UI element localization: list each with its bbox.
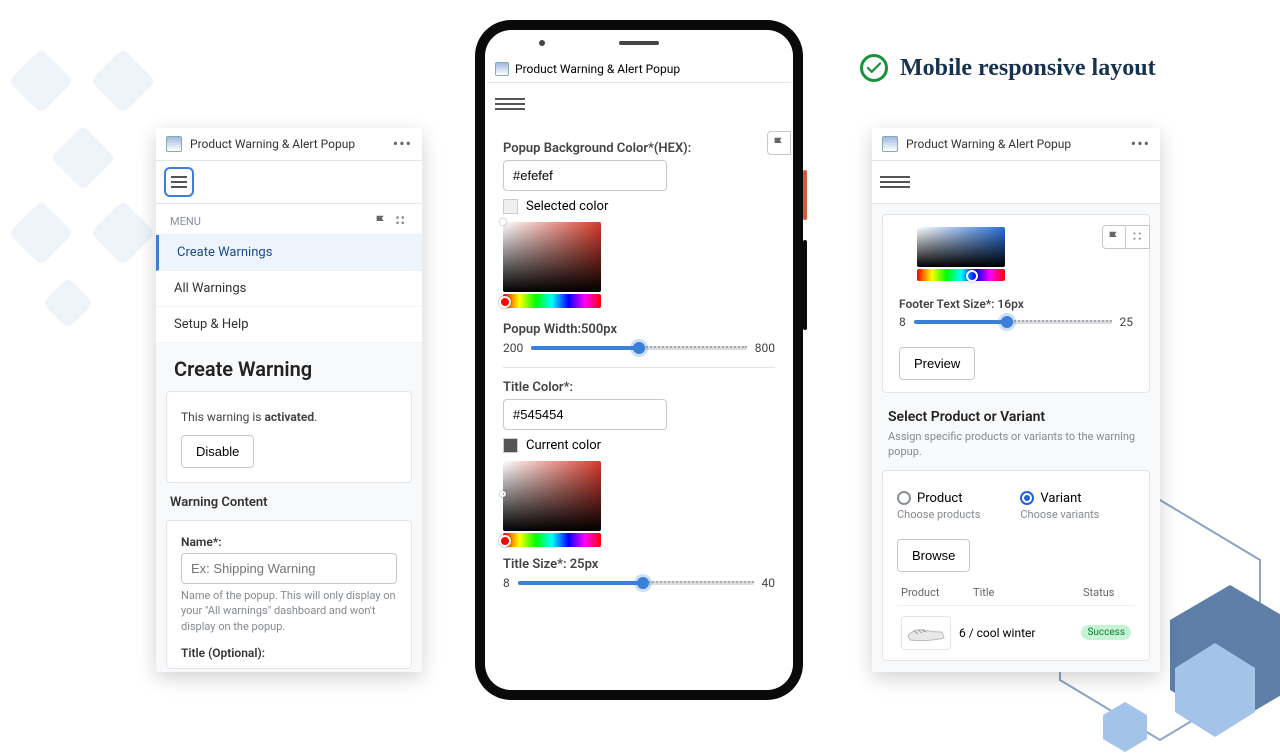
panel-header: Product Warning & Alert Popup •••	[156, 128, 422, 161]
selected-color-row: Selected color	[503, 199, 775, 214]
check-icon	[860, 54, 888, 82]
width-label: Popup Width:500px	[503, 322, 775, 337]
bg-color-picker[interactable]	[503, 222, 601, 308]
footer-config-section: Footer Text Size*: 16px 8 25 Preview	[882, 214, 1150, 393]
flag-icon[interactable]	[374, 214, 388, 228]
status-badge: Success	[1081, 625, 1131, 640]
current-color-row: Current color	[503, 438, 775, 453]
app-title: Product Warning & Alert Popup	[190, 137, 355, 151]
browse-button[interactable]: Browse	[897, 539, 970, 572]
variant-radio[interactable]: Variant	[1020, 491, 1099, 506]
menu-item-create[interactable]: Create Warnings	[156, 235, 422, 271]
footer-color-picker[interactable]	[917, 227, 1005, 281]
warning-content-title: Warning Content	[170, 495, 408, 510]
selected-color-swatch	[503, 199, 518, 214]
menu-item-setup[interactable]: Setup & Help	[156, 307, 422, 343]
select-title: Select Product or Variant	[888, 409, 1144, 425]
title-color-input[interactable]	[503, 399, 667, 430]
flag-badge[interactable]	[1102, 225, 1126, 249]
phone-header: Product Warning & Alert Popup	[487, 56, 791, 83]
status-section: This warning is activated. Disable	[166, 391, 412, 483]
footer-size-slider[interactable]	[914, 320, 1112, 324]
heading-text: Mobile responsive layout	[900, 55, 1156, 82]
title-label: Title (Optional):	[181, 646, 397, 660]
width-slider[interactable]	[531, 346, 747, 350]
title-color-picker[interactable]	[503, 461, 601, 547]
hamburger-icon[interactable]	[880, 167, 910, 197]
name-label: Name*:	[181, 535, 397, 549]
grid-badge[interactable]	[1126, 225, 1150, 249]
warning-content-section: Name*: Name of the popup. This will only…	[166, 520, 412, 669]
app-icon	[495, 62, 509, 76]
phone-frame: Product Warning & Alert Popup Popup Back…	[475, 20, 803, 700]
grid-icon[interactable]	[394, 214, 408, 228]
app-icon	[166, 136, 182, 152]
product-thumbnail	[901, 616, 951, 650]
product-radio[interactable]: Product	[897, 491, 980, 506]
select-desc: Assign specific products or variants to …	[888, 429, 1144, 460]
phone-power-button	[803, 170, 807, 220]
heading: Mobile responsive layout	[860, 54, 1156, 82]
name-input[interactable]	[181, 553, 397, 584]
app-title: Product Warning & Alert Popup	[906, 137, 1071, 151]
panel-header: Product Warning & Alert Popup •••	[872, 128, 1160, 161]
row-title: 6 / cool winter	[959, 626, 1073, 640]
app-icon	[882, 136, 898, 152]
title-size-label: Title Size*: 25px	[503, 557, 775, 572]
disable-button[interactable]: Disable	[181, 435, 254, 468]
current-color-swatch	[503, 438, 518, 453]
table-header: Product Title Status	[897, 580, 1135, 606]
flag-badge[interactable]	[767, 131, 791, 155]
page-title: Create Warning	[174, 357, 404, 381]
hamburger-icon[interactable]	[495, 89, 525, 119]
bg-color-input[interactable]	[503, 160, 667, 191]
product-variant-section: Product Choose products Variant Choose v…	[882, 470, 1150, 661]
hamburger-icon[interactable]	[164, 167, 194, 197]
title-size-slider[interactable]	[518, 581, 754, 585]
left-panel: Product Warning & Alert Popup ••• MENU C…	[156, 128, 422, 672]
footer-size-label: Footer Text Size*: 16px	[899, 297, 1133, 311]
name-help: Name of the popup. This will only displa…	[181, 588, 397, 634]
menu-header: MENU	[156, 204, 422, 235]
more-icon[interactable]: •••	[393, 139, 412, 149]
table-row[interactable]: 6 / cool winter Success	[897, 606, 1135, 660]
more-icon[interactable]: •••	[1131, 139, 1150, 149]
bg-color-label: Popup Background Color*(HEX):	[503, 141, 775, 156]
status-text: This warning is activated.	[181, 410, 317, 424]
phone-volume-button	[803, 240, 807, 330]
menu-item-all[interactable]: All Warnings	[156, 271, 422, 307]
preview-button[interactable]: Preview	[899, 347, 975, 380]
right-panel: Product Warning & Alert Popup ••• Footer…	[872, 128, 1160, 672]
title-color-label: Title Color*:	[503, 380, 775, 395]
